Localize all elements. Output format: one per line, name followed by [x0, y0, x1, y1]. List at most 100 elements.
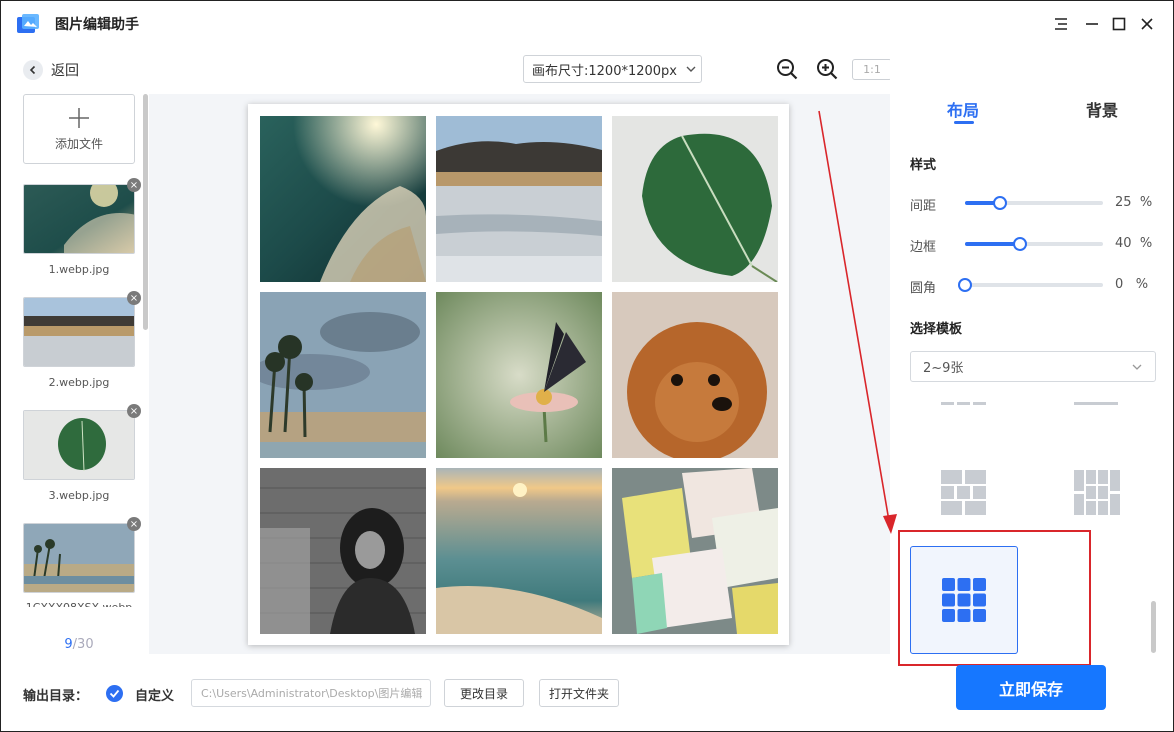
- app-logo-icon: [17, 14, 39, 33]
- file-name: 3.webp.jpg: [48, 489, 110, 502]
- minimize-icon[interactable]: [1081, 13, 1103, 35]
- canvas-size-value: 画布尺寸:1200*1200px: [532, 63, 677, 79]
- collage-cell[interactable]: [436, 292, 602, 458]
- zoom-out-icon[interactable]: [775, 57, 799, 81]
- annotation-arrow: [818, 110, 897, 534]
- tab-background[interactable]: 背景: [1086, 97, 1118, 121]
- checkmark-icon: [109, 689, 120, 698]
- app-window: 图片编辑助手 返回 画布尺寸:1200*1200px 1:1 添加文件 × 1.…: [0, 0, 1174, 732]
- template-count-value: 2~9张: [923, 361, 964, 376]
- collage-cell[interactable]: [436, 116, 602, 282]
- output-dir-label: 输出目录：: [23, 689, 89, 704]
- collage-image: [612, 116, 778, 282]
- spacing-value: 25 %: [1115, 195, 1152, 210]
- collage-cell[interactable]: [436, 468, 602, 634]
- collage-image: [436, 292, 602, 458]
- file-thumbnail[interactable]: [23, 410, 135, 480]
- file-name: 1.webp.jpg: [48, 263, 110, 276]
- tab-active-indicator: [954, 121, 974, 124]
- thumbnail-image: [24, 185, 134, 253]
- collage-image: [436, 468, 602, 634]
- back-button[interactable]: 返回: [23, 59, 79, 81]
- open-folder-button[interactable]: 打开文件夹: [539, 679, 619, 707]
- custom-dir-checkbox[interactable]: [106, 685, 123, 702]
- border-value: 40 %: [1115, 236, 1152, 251]
- app-title: 图片编辑助手: [55, 17, 139, 33]
- add-file-button[interactable]: 添加文件: [23, 94, 135, 164]
- chevron-down-icon: [1132, 364, 1142, 370]
- collage-image: [612, 468, 778, 634]
- corner-radius-label: 圆角: [910, 281, 937, 296]
- collage-cell[interactable]: [260, 468, 426, 634]
- collage-image: [260, 116, 426, 282]
- file-name: 1CXXX08XSX.webp: [23, 601, 135, 607]
- annotation-highlight-box: [898, 530, 1091, 666]
- collage-image: [260, 468, 426, 634]
- collage-cell[interactable]: [612, 116, 778, 282]
- menu-icon[interactable]: [1050, 13, 1072, 35]
- spacing-unit: %: [1139, 195, 1153, 210]
- slider-fill: [965, 242, 1021, 246]
- tab-layout[interactable]: 布局: [947, 97, 979, 121]
- border-label: 边框: [910, 240, 937, 255]
- remove-file-icon[interactable]: ×: [127, 404, 141, 418]
- spacing-slider[interactable]: [965, 196, 1103, 210]
- remove-file-icon[interactable]: ×: [127, 291, 141, 305]
- corner-radius-unit: %: [1135, 277, 1149, 292]
- collage-cell[interactable]: [612, 292, 778, 458]
- corner-radius-slider[interactable]: [958, 278, 1103, 292]
- template-list-scrollbar[interactable]: [1151, 601, 1156, 653]
- collage-image: [260, 292, 426, 458]
- chevron-down-icon: [686, 66, 696, 72]
- file-thumbnail[interactable]: [23, 184, 135, 254]
- zoom-in-icon[interactable]: [815, 57, 839, 81]
- remove-file-icon[interactable]: ×: [127, 178, 141, 192]
- corner-radius-number: 0: [1115, 277, 1124, 292]
- change-dir-button[interactable]: 更改目录: [444, 679, 524, 707]
- collage-cell[interactable]: [260, 292, 426, 458]
- plus-icon: [69, 107, 89, 128]
- collage-image: [612, 292, 778, 458]
- collage-cell[interactable]: [260, 116, 426, 282]
- maximize-icon[interactable]: [1108, 13, 1130, 35]
- template-count-select[interactable]: 2~9张: [910, 351, 1156, 382]
- file-thumbnail[interactable]: [23, 297, 135, 367]
- chevron-left-icon: [23, 60, 43, 80]
- thumbnail-image: [24, 524, 134, 592]
- slider-handle[interactable]: [992, 196, 1007, 210]
- slider-handle[interactable]: [958, 278, 972, 292]
- file-count-total: /30: [72, 637, 94, 652]
- collage-cell[interactable]: [612, 468, 778, 634]
- thumbnail-image: [24, 411, 134, 479]
- template-columns-icon[interactable]: [1074, 470, 1120, 516]
- border-unit: %: [1139, 236, 1153, 251]
- remove-file-icon[interactable]: ×: [127, 517, 141, 531]
- canvas-size-select[interactable]: 画布尺寸:1200*1200px: [523, 55, 702, 83]
- spacing-number: 25: [1115, 195, 1132, 210]
- collage-image: [436, 116, 602, 282]
- file-name: 2.webp.jpg: [48, 376, 110, 389]
- style-section-title: 样式: [910, 158, 937, 173]
- border-slider[interactable]: [965, 237, 1103, 251]
- corner-radius-value: 0 %: [1115, 277, 1148, 292]
- thumbnail-image: [24, 298, 134, 366]
- spacing-label: 间距: [910, 199, 937, 214]
- template-section-title: 选择模板: [910, 322, 963, 337]
- save-now-button[interactable]: 立即保存: [956, 665, 1106, 710]
- file-list-scrollbar[interactable]: [143, 94, 148, 330]
- output-path-field[interactable]: C:\Users\Administrator\Desktop\图片编辑: [191, 679, 431, 707]
- file-counter: 9/30: [23, 637, 135, 652]
- ratio-button[interactable]: 1:1: [852, 59, 892, 80]
- collage-canvas: [248, 104, 789, 645]
- custom-dir-label: 自定义: [135, 689, 175, 704]
- template-option-partial[interactable]: [941, 399, 987, 407]
- add-file-label: 添加文件: [54, 136, 103, 151]
- back-label: 返回: [51, 63, 79, 79]
- template-option-partial[interactable]: [1074, 399, 1120, 407]
- border-number: 40: [1115, 236, 1132, 251]
- title-bar: 图片编辑助手: [1, 1, 1173, 47]
- file-count-current: 9: [64, 637, 73, 652]
- file-thumbnail[interactable]: [23, 523, 135, 593]
- template-grid-icon[interactable]: [941, 470, 987, 516]
- close-icon[interactable]: [1136, 13, 1158, 35]
